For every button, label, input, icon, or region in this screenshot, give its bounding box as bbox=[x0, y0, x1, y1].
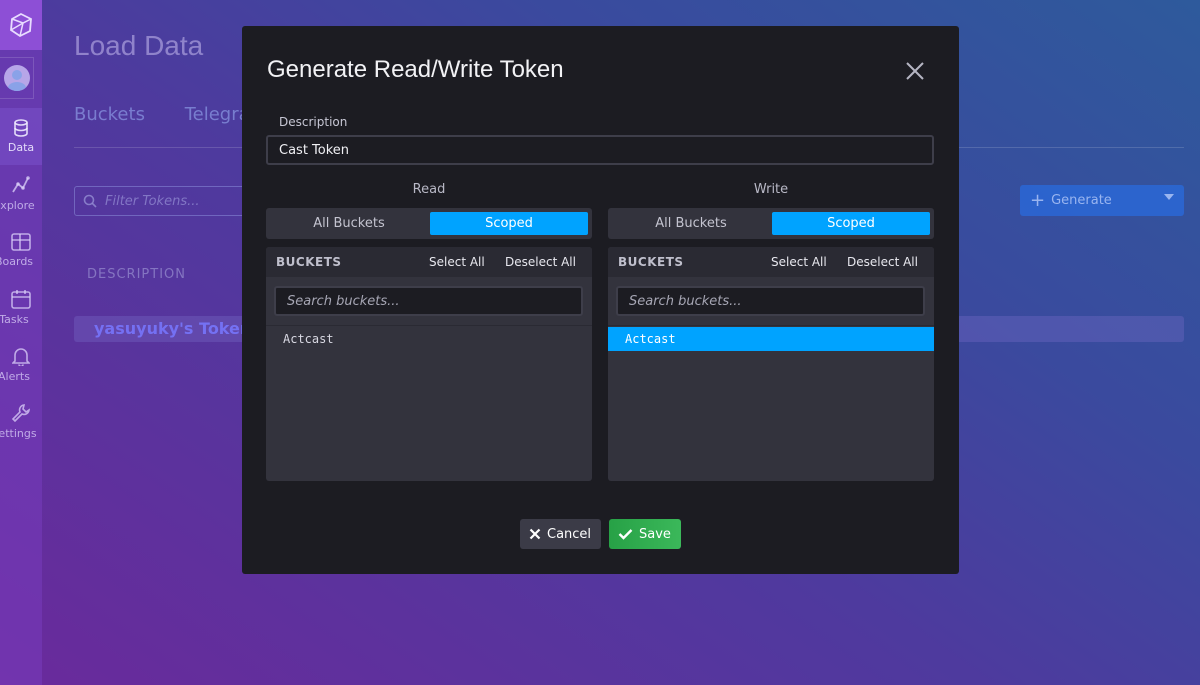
checkmark-icon bbox=[618, 528, 633, 540]
sidebar-item-label: Data bbox=[7, 141, 35, 154]
list-item[interactable]: Actcast bbox=[266, 327, 592, 351]
tab-telegraf[interactable]: Telegra bbox=[185, 104, 250, 125]
sidebar: Data Explore Boards Tasks Alerts bbox=[0, 0, 42, 685]
filter-tokens-input[interactable]: Filter Tokens... bbox=[74, 186, 254, 216]
write-column: Write All Buckets Scoped BUCKETS Select … bbox=[608, 180, 934, 481]
calendar-icon bbox=[11, 290, 31, 309]
user-avatar-button[interactable] bbox=[0, 57, 34, 99]
sidebar-item-label: Alerts bbox=[0, 370, 30, 383]
database-icon bbox=[14, 119, 28, 137]
wrench-icon bbox=[11, 404, 30, 423]
read-column: Read All Buckets Scoped BUCKETS Select A… bbox=[266, 180, 592, 481]
read-scope-toggle: All Buckets Scoped bbox=[266, 208, 592, 239]
sidebar-item-label: Explore bbox=[0, 199, 35, 212]
close-icon bbox=[906, 62, 924, 80]
page-title: Load Data bbox=[74, 30, 204, 61]
generate-button[interactable]: + Generate bbox=[1020, 185, 1184, 216]
write-heading: Write bbox=[753, 182, 789, 197]
close-icon bbox=[529, 528, 541, 540]
read-scoped-option[interactable]: Scoped bbox=[430, 212, 588, 235]
buckets-heading: BUCKETS bbox=[276, 255, 342, 269]
write-scope-toggle: All Buckets Scoped bbox=[608, 208, 934, 239]
dashboard-grid-icon bbox=[11, 233, 31, 251]
logo-icon bbox=[10, 12, 32, 38]
sidebar-item-boards[interactable]: Boards bbox=[0, 222, 42, 279]
generate-token-dialog: Generate Read/Write Token Description Re… bbox=[242, 26, 959, 574]
filter-placeholder: Filter Tokens... bbox=[105, 193, 200, 209]
read-deselect-all-button[interactable]: Deselect All bbox=[505, 255, 576, 269]
sidebar-item-explore[interactable]: Explore bbox=[0, 165, 42, 222]
search-icon bbox=[83, 194, 97, 208]
close-button[interactable] bbox=[903, 59, 927, 83]
sidebar-item-tasks[interactable]: Tasks bbox=[0, 279, 42, 336]
sidebar-item-settings[interactable]: Settings bbox=[0, 393, 42, 450]
description-input[interactable] bbox=[266, 135, 934, 165]
write-scoped-option[interactable]: Scoped bbox=[772, 212, 930, 235]
dialog-title: Generate Read/Write Token bbox=[267, 56, 564, 83]
save-label: Save bbox=[639, 526, 671, 542]
bell-icon bbox=[12, 348, 30, 366]
write-bucket-selector: BUCKETS Select All Deselect All Actcast bbox=[608, 247, 934, 481]
write-bucket-header: BUCKETS Select All Deselect All bbox=[608, 247, 934, 277]
sidebar-item-data[interactable]: Data bbox=[0, 108, 42, 165]
write-select-all-button[interactable]: Select All bbox=[771, 255, 827, 269]
cancel-label: Cancel bbox=[547, 526, 592, 542]
column-header-description[interactable]: DESCRIPTION bbox=[87, 267, 186, 282]
read-bucket-selector: BUCKETS Select All Deselect All Actcast bbox=[266, 247, 592, 481]
cancel-button[interactable]: Cancel bbox=[520, 519, 601, 549]
token-name-link[interactable]: yasuyuky's Token bbox=[94, 319, 251, 338]
write-search-buckets-input[interactable] bbox=[616, 286, 925, 316]
write-all-buckets-option[interactable]: All Buckets bbox=[612, 212, 770, 235]
sidebar-item-alerts[interactable]: Alerts bbox=[0, 336, 42, 393]
read-all-buckets-option[interactable]: All Buckets bbox=[270, 212, 428, 235]
buckets-heading: BUCKETS bbox=[618, 255, 684, 269]
divider bbox=[266, 325, 592, 326]
read-heading: Read bbox=[412, 182, 446, 197]
avatar bbox=[3, 65, 30, 91]
sidebar-item-label: Boards bbox=[0, 255, 34, 268]
tab-buckets[interactable]: Buckets bbox=[74, 104, 145, 125]
explore-graph-icon bbox=[12, 176, 30, 193]
sidebar-item-label: Settings bbox=[0, 427, 37, 440]
read-select-all-button[interactable]: Select All bbox=[429, 255, 485, 269]
sidebar-item-label: Tasks bbox=[0, 313, 29, 326]
save-button[interactable]: Save bbox=[609, 519, 681, 549]
read-bucket-header: BUCKETS Select All Deselect All bbox=[266, 247, 592, 277]
caret-down-icon[interactable] bbox=[1164, 194, 1174, 200]
list-item[interactable]: Actcast bbox=[608, 327, 934, 351]
read-search-buckets-input[interactable] bbox=[274, 286, 583, 316]
plus-icon: + bbox=[1030, 190, 1046, 211]
description-label: Description bbox=[279, 115, 348, 129]
divider bbox=[608, 325, 934, 326]
logo[interactable] bbox=[0, 0, 42, 50]
write-deselect-all-button[interactable]: Deselect All bbox=[847, 255, 918, 269]
user-icon bbox=[7, 70, 26, 91]
generate-label: Generate bbox=[1051, 193, 1112, 208]
